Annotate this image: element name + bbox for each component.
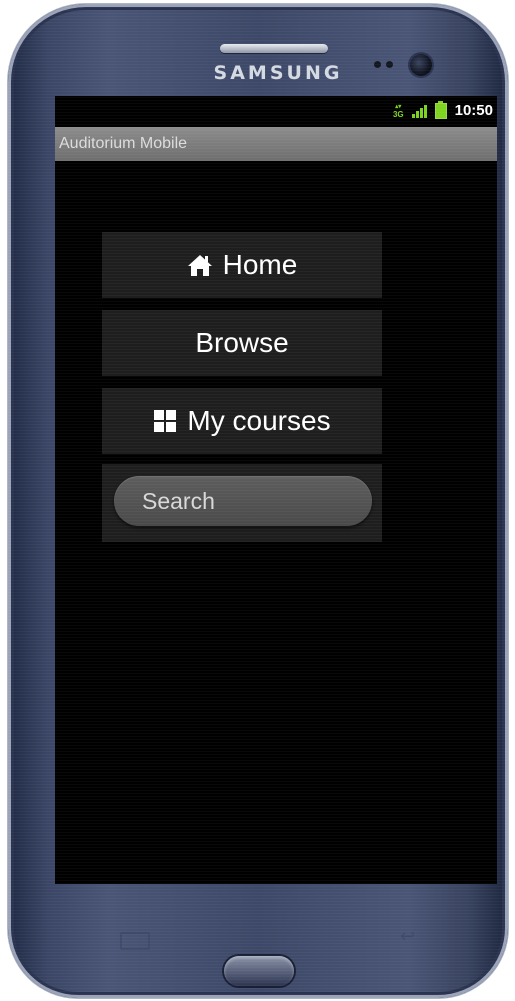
status-time: 10:50 — [454, 102, 493, 119]
home-icon — [187, 253, 213, 277]
menu-item-browse[interactable]: Browse — [102, 310, 382, 376]
battery-charging-icon — [434, 100, 447, 119]
signal-strength-icon — [411, 104, 427, 118]
back-key-icon[interactable]: ↩ — [400, 926, 415, 947]
menu-item-my-courses[interactable]: My courses — [102, 388, 382, 454]
screen: ▴▾ 3G 10:50 Auditorium Mobile Home Brows… — [55, 96, 497, 884]
proximity-sensor — [374, 61, 381, 68]
menu-item-label: Browse — [195, 327, 289, 358]
phone-frame: SAMSUNG ▴▾ 3G 10:50 Auditorium Mobile Ho… — [8, 4, 508, 998]
device-brand: SAMSUNG — [213, 62, 343, 84]
home-key-button[interactable] — [224, 956, 294, 986]
network-type-icon: ▴▾ 3G — [392, 103, 404, 119]
menu-key-icon[interactable] — [120, 932, 150, 950]
search-input[interactable] — [114, 476, 372, 526]
earpiece-speaker — [220, 44, 328, 53]
menu-item-label: My courses — [187, 405, 331, 436]
front-camera — [410, 54, 432, 76]
light-sensor — [386, 61, 393, 68]
menu-item-label: Home — [222, 249, 298, 280]
menu-item-home[interactable]: Home — [102, 232, 382, 298]
grid-icon — [153, 409, 177, 433]
main-menu: Home Browse My courses — [102, 232, 382, 542]
app-title-bar: Auditorium Mobile — [55, 127, 497, 161]
search-container — [102, 464, 382, 542]
status-bar: ▴▾ 3G 10:50 — [55, 96, 497, 127]
